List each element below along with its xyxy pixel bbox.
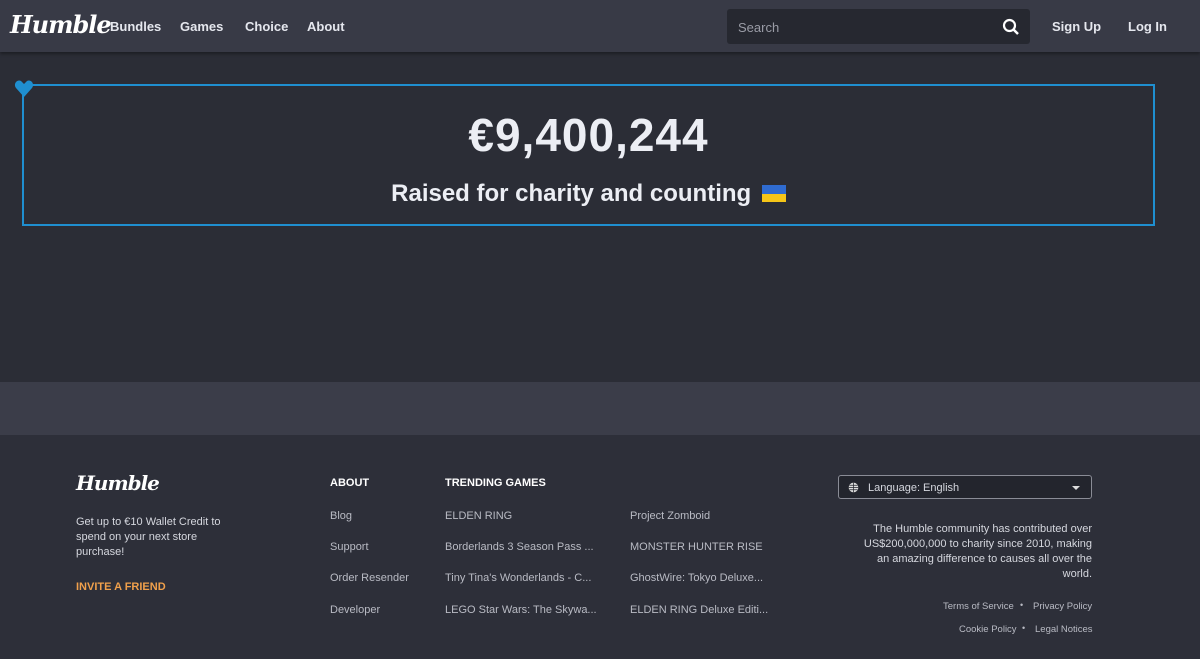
footer-logo[interactable]: Humble	[76, 471, 160, 495]
nav-bundles[interactable]: Bundles	[110, 19, 161, 34]
nav-choice[interactable]: Choice	[245, 19, 288, 34]
trending-game[interactable]: Borderlands 3 Season Pass ...	[445, 541, 594, 553]
ukraine-flag-icon	[761, 185, 786, 202]
globe-icon	[848, 482, 859, 493]
charity-info-text: The Humble community has contributed ove…	[863, 523, 1092, 580]
promo-text: Get up to €10 Wallet Credit to spend on …	[76, 516, 221, 558]
language-select[interactable]: Language: English	[838, 475, 1092, 499]
language-value: Language: English	[868, 482, 960, 494]
trending-game[interactable]: Tiny Tina's Wonderlands - C...	[445, 572, 591, 584]
trending-game[interactable]: LEGO Star Wars: The Skywa...	[445, 604, 597, 616]
trending-game[interactable]: MONSTER HUNTER RISE	[630, 541, 763, 553]
search-input[interactable]: Search	[727, 9, 1030, 44]
charity-counter: €9,400,244 Raised for charity and counti…	[22, 84, 1155, 226]
invite-friend-link[interactable]: INVITE A FRIEND	[76, 581, 166, 593]
footer-link-support[interactable]: Support	[330, 541, 369, 553]
separator-dot: •	[1020, 600, 1024, 610]
footer: Humble Get up to €10 Wallet Credit to sp…	[0, 435, 1200, 659]
trending-game[interactable]: Project Zomboid	[630, 510, 710, 522]
privacy-link[interactable]: Privacy Policy	[1033, 601, 1092, 612]
heart-icon	[14, 80, 34, 97]
humble-logo[interactable]: Humble	[10, 10, 112, 39]
log-in-link[interactable]: Log In	[1128, 19, 1167, 34]
nav-games[interactable]: Games	[180, 19, 223, 34]
trending-game[interactable]: GhostWire: Tokyo Deluxe...	[630, 572, 763, 584]
terms-link[interactable]: Terms of Service	[943, 601, 1014, 612]
charity-subtitle: Raised for charity and counting	[24, 180, 1153, 208]
footer-link-developer[interactable]: Developer	[330, 604, 380, 616]
search-placeholder: Search	[738, 20, 780, 35]
divider-band	[0, 382, 1200, 435]
about-heading: ABOUT	[330, 477, 370, 489]
footer-link-order-resender[interactable]: Order Resender	[330, 572, 409, 584]
separator-dot: •	[1022, 623, 1026, 633]
chevron-down-icon	[1072, 486, 1080, 490]
nav-about[interactable]: About	[307, 19, 345, 34]
cookie-link[interactable]: Cookie Policy	[959, 624, 1017, 635]
footer-link-blog[interactable]: Blog	[330, 510, 352, 522]
charity-amount: €9,400,244	[468, 109, 709, 161]
trending-game[interactable]: ELDEN RING	[445, 510, 512, 522]
charity-subtitle-text: Raised for charity and counting	[391, 180, 752, 207]
search-icon[interactable]	[1002, 18, 1020, 36]
top-nav: Humble Bundles Games Choice About Search…	[0, 0, 1200, 52]
trending-heading: TRENDING GAMES	[445, 477, 546, 489]
trending-game[interactable]: ELDEN RING Deluxe Editi...	[630, 604, 768, 616]
sign-up-link[interactable]: Sign Up	[1052, 19, 1101, 34]
legal-notices-link[interactable]: Legal Notices	[1035, 624, 1093, 635]
